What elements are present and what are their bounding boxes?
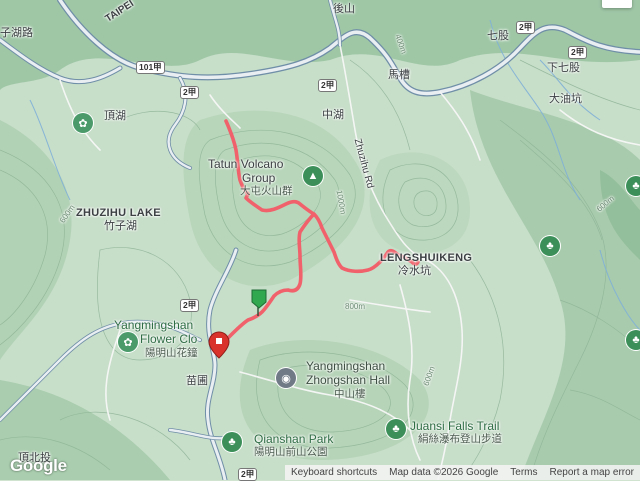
- label-dayoukeng: 大油坑: [549, 93, 582, 105]
- label-miaopu: 苗圃: [186, 375, 208, 387]
- label-flower-clock-zh[interactable]: 陽明山花鐘: [145, 347, 198, 360]
- label-macao: 馬槽: [388, 69, 410, 81]
- label-zhongshan-hall-line1[interactable]: Yangmingshan: [306, 359, 385, 373]
- map-footer: Keyboard shortcuts Map data ©2026 Google…: [284, 465, 640, 480]
- keyboard-shortcuts-link[interactable]: Keyboard shortcuts: [285, 467, 383, 478]
- label-flower-clock-line1[interactable]: Yangmingshan: [114, 318, 193, 332]
- google-logo: Google: [10, 456, 67, 475]
- label-juansi-falls[interactable]: Juansi Falls Trail: [410, 419, 499, 433]
- hiker-icon-right-mid[interactable]: ♣: [540, 236, 560, 256]
- road-badge-101: 101甲: [136, 61, 165, 74]
- label-zhuzihu-lake: ZHUZIHU LAKE: [76, 207, 161, 219]
- map-data-attribution: Map data ©2026 Google: [389, 467, 499, 478]
- terms-link[interactable]: Terms: [504, 467, 543, 478]
- label-dinghu: 頂湖: [104, 110, 126, 122]
- landmark-icon-zhongshan-hall[interactable]: ◉: [276, 368, 296, 388]
- map-control-button[interactable]: [602, 0, 632, 8]
- road-badge-2jia-bottom: 2甲: [238, 468, 258, 481]
- hiker-icon-right-top[interactable]: ♣: [626, 176, 640, 196]
- road-badge-2jia-left: 2甲: [180, 299, 200, 312]
- label-zhongshan-hall-line2[interactable]: Zhongshan Hall: [306, 373, 390, 387]
- mountain-icon-tatun[interactable]: ▲: [303, 166, 323, 186]
- tree-icon-qianshan-park[interactable]: ♣: [222, 432, 242, 452]
- label-zhuzihu-lake-zh: 竹子湖: [104, 220, 137, 232]
- label-houshan: 後山: [333, 3, 355, 15]
- hiker-icon-right-bottom[interactable]: ♣: [626, 330, 640, 350]
- label-zhonghu: 中湖: [322, 109, 344, 121]
- label-zhuzihu-road: 子湖路: [0, 27, 33, 39]
- label-qianshan-park[interactable]: Qianshan Park: [254, 432, 333, 446]
- label-qianshan-park-zh[interactable]: 陽明山前山公園: [254, 446, 328, 459]
- road-badge-2jia-top: 2甲: [180, 86, 200, 99]
- label-flower-clock-line2[interactable]: Flower Clo: [140, 332, 197, 346]
- road-badge-2jia-right: 2甲: [516, 21, 536, 34]
- label-qigu: 七股: [487, 30, 509, 42]
- flower-icon-flower-clock[interactable]: ✿: [118, 332, 138, 352]
- label-lengshuikeng: LENGSHUIKENG: [380, 252, 473, 264]
- label-tatun-line2: Group: [242, 171, 276, 185]
- label-zhongshan-hall-zh[interactable]: 中山樓: [334, 388, 366, 401]
- hiker-icon-juansi-falls[interactable]: ♣: [386, 419, 406, 439]
- label-tatun-line1: Tatun Volcano: [208, 157, 284, 171]
- road-badge-2jia-farright: 2甲: [568, 46, 588, 59]
- contour-label-800: 800m: [345, 302, 366, 311]
- road-badge-2jia-mid: 2甲: [318, 79, 338, 92]
- label-juansi-falls-zh[interactable]: 絹絲瀑布登山步道: [418, 433, 502, 446]
- label-tatun-zh: 大屯火山群: [240, 185, 293, 197]
- flower-icon-dinghu[interactable]: ✿: [73, 113, 93, 133]
- label-xiaqigu: 下七股: [547, 62, 580, 74]
- label-lengshuikeng-zh: 冷水坑: [398, 265, 431, 277]
- report-error-link[interactable]: Report a map error: [544, 467, 640, 478]
